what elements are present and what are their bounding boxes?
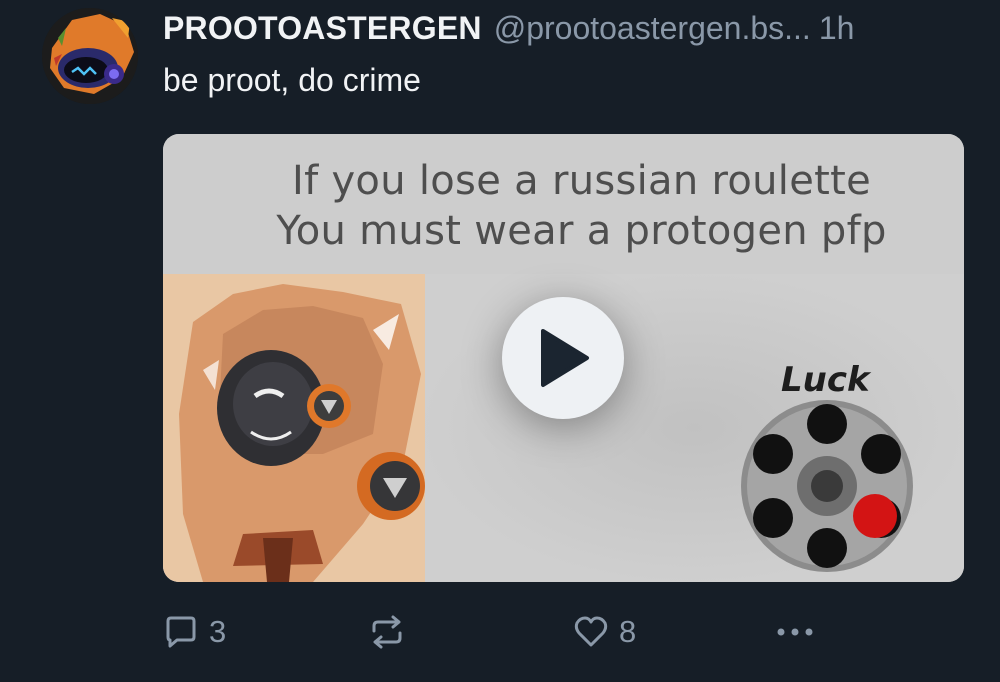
post-timestamp[interactable]: 1h xyxy=(819,10,855,47)
comment-bubble-icon xyxy=(166,616,196,648)
video-caption-line-1: If you lose a russian roulette xyxy=(291,158,872,204)
author-display-name[interactable]: PROOTOASTERGEN xyxy=(163,10,482,47)
author-avatar[interactable] xyxy=(42,8,138,104)
like-button[interactable]: 8 xyxy=(573,610,636,654)
revolver-cylinder-image xyxy=(741,400,913,572)
post-actions-bar: 3 8 xyxy=(163,610,823,654)
play-button[interactable] xyxy=(502,297,624,419)
ellipsis-icon xyxy=(777,628,813,636)
post-card[interactable]: PROOTOASTERGEN @prootoastergen.bs... 1h … xyxy=(0,0,1000,682)
video-caption-line-2: You must wear a protogen pfp xyxy=(276,208,887,254)
reply-button[interactable]: 3 xyxy=(163,610,226,654)
like-count: 8 xyxy=(619,614,637,649)
reply-count: 3 xyxy=(209,614,227,649)
repost-icon xyxy=(372,615,402,649)
play-icon xyxy=(541,329,589,387)
video-embed[interactable]: If you lose a russian roulette You must … xyxy=(163,134,964,582)
repost-button[interactable] xyxy=(368,610,406,654)
post-text: be proot, do crime xyxy=(163,62,421,98)
protogen-avatar-icon xyxy=(42,8,138,104)
author-handle[interactable]: @prootoastergen.bs... xyxy=(494,10,811,47)
protogen-character-image xyxy=(163,274,425,582)
more-options-button[interactable] xyxy=(775,610,815,654)
post-header: PROOTOASTERGEN @prootoastergen.bs... 1h xyxy=(163,10,970,54)
heart-icon xyxy=(574,616,608,647)
luck-label: Luck xyxy=(781,360,870,400)
